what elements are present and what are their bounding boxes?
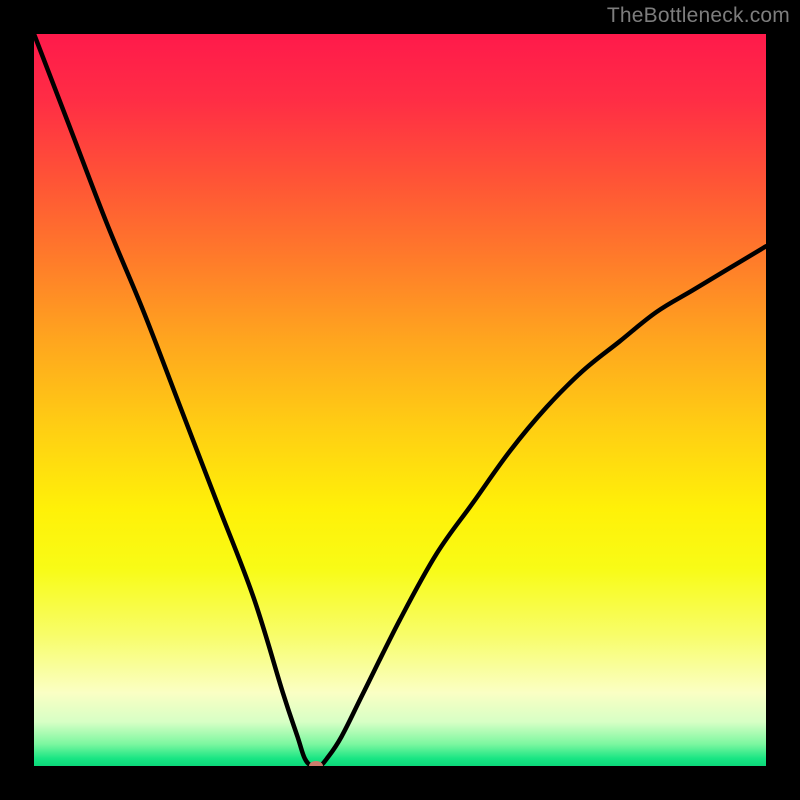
watermark-text: TheBottleneck.com — [607, 4, 790, 28]
plot-area — [34, 34, 766, 766]
bottleneck-curve — [34, 34, 766, 766]
chart-frame: TheBottleneck.com — [0, 0, 800, 800]
optimal-point-marker — [309, 761, 323, 766]
